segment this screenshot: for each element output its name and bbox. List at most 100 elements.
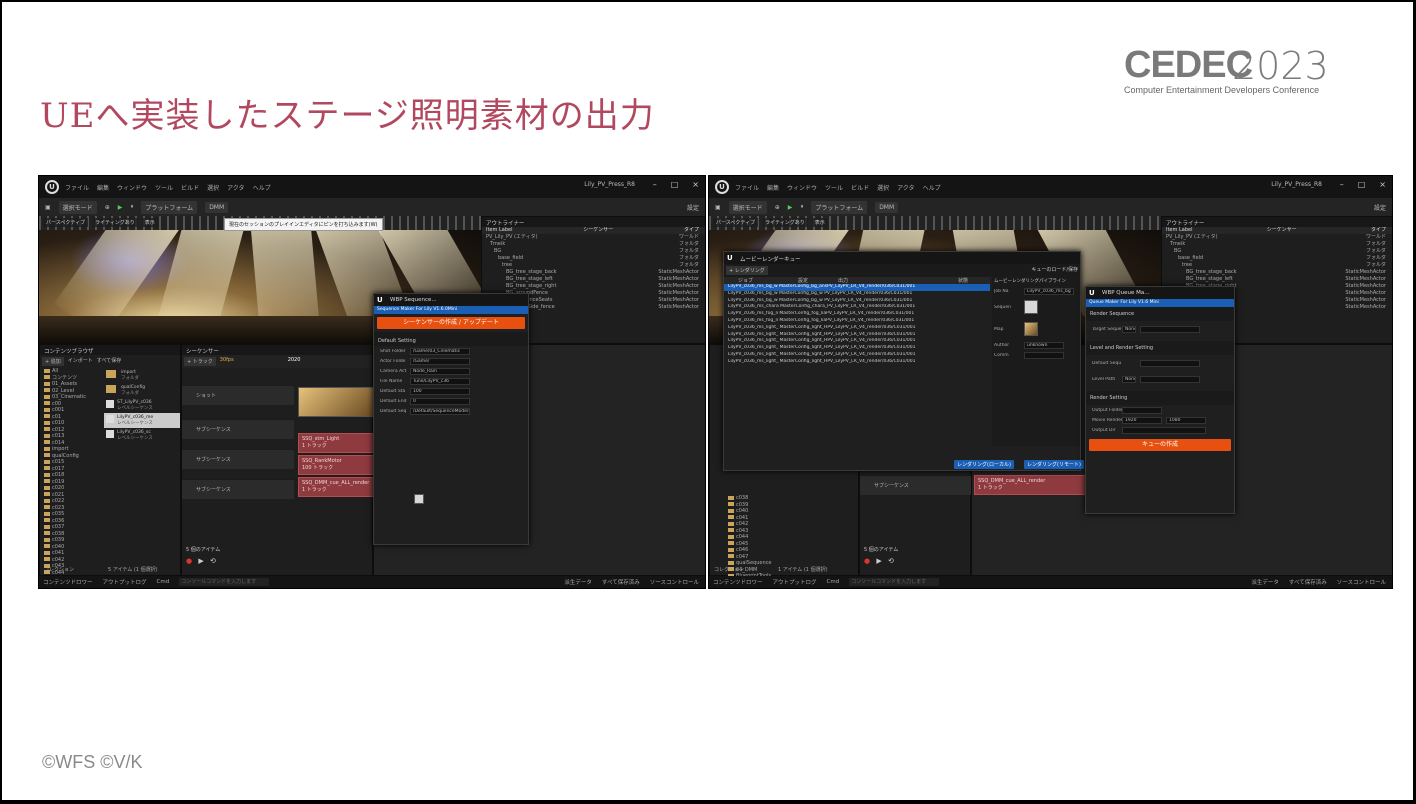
content-drawer-button[interactable]: コンテンツドロワー (43, 578, 93, 586)
render-job-row[interactable]: LilyPV_c036_ms_bg_w MasterConfig_bg_w PV… (724, 298, 990, 305)
cmd-button[interactable]: Cmd (827, 579, 840, 585)
close-icon[interactable]: × (1379, 180, 1386, 189)
add-icon[interactable]: ⊕ (105, 204, 110, 211)
dmm-button[interactable]: DMM (205, 201, 229, 213)
resolution-height-field[interactable]: 1080 (1166, 416, 1206, 424)
minimize-icon[interactable]: – (1340, 180, 1344, 189)
output-log-button[interactable]: アウトプットログ (773, 578, 817, 586)
sequence-clip[interactable]: SSQ_RankMotor 100 トラック (298, 455, 374, 475)
console-input[interactable]: コンソールコマンドを入力します (179, 578, 270, 586)
render-job-row[interactable]: LilyPV_c036_ms_light_ MasterConfig_light… (724, 338, 990, 345)
render-local-button[interactable]: レンダリング(ローカル) (954, 460, 1014, 469)
render-job-row[interactable]: LilyPV_c036_ms_light_ MasterConfig_light… (724, 352, 990, 359)
render-job-row[interactable]: LilyPV_c036_ms_light_ MasterConfig_light… (724, 345, 990, 352)
pause-icon[interactable]: ⏸ (800, 203, 803, 211)
asset-item[interactable]: ST_LilyPV_c036 レベルシーケンス (104, 398, 180, 413)
track-subsequence[interactable]: サブシーケンス (182, 449, 294, 469)
render-job-row[interactable]: LilyPV_c036_ms_bg_w MasterConfig_bg_w PV… (724, 291, 990, 298)
create-queue-button[interactable]: キューの作成 (1089, 439, 1231, 451)
collection-label[interactable]: コレクション (44, 566, 74, 573)
add-track-button[interactable]: + トラック (184, 357, 216, 366)
menu-item[interactable]: ビルド (851, 183, 869, 192)
play-icon[interactable]: ▶ (118, 204, 123, 211)
maximize-icon[interactable]: □ (1358, 180, 1366, 189)
render-job-row[interactable]: LilyPV_c036_ms_bg_w MasterConfig_bg_ansP… (724, 284, 990, 291)
perspective-button[interactable]: パースペクティブ (713, 218, 759, 227)
property-field[interactable]: /Game/ (410, 357, 470, 365)
outliner-row[interactable]: PV_Lily_PV (エディタ) ワールド (482, 234, 705, 241)
outliner-row[interactable]: tree フォルダ (482, 262, 705, 269)
output-folder-field[interactable] (1122, 406, 1162, 414)
loop-icon[interactable]: ⟲ (210, 557, 218, 565)
menu-item[interactable]: ツール (825, 183, 843, 192)
save-all-button[interactable]: すべて保存 (97, 357, 121, 366)
outliner-row[interactable]: base_field フォルダ (1162, 255, 1392, 262)
target-sequence-field[interactable] (1140, 325, 1200, 333)
cmd-button[interactable]: Cmd (157, 579, 170, 585)
property-field[interactable]: 100 (410, 387, 470, 395)
save-icon[interactable]: ▣ (45, 204, 51, 211)
add-icon[interactable]: ⊕ (775, 204, 780, 211)
show-button[interactable]: 表示 (141, 218, 158, 227)
fps-label[interactable]: 30fps (220, 357, 234, 366)
property-field[interactable]: 0 (410, 397, 470, 405)
record-icon[interactable]: ● (186, 557, 194, 565)
menu-item[interactable]: 選択 (877, 183, 889, 192)
outliner-row[interactable]: Tmeik フォルダ (1162, 241, 1392, 248)
asset-item[interactable]: LilyPV_c036_me レベルシーケンス (104, 413, 180, 428)
asset-item[interactable]: qualConfig フォルダ (104, 383, 180, 398)
track-subsequence[interactable]: サブシーケンス (860, 475, 972, 495)
loop-icon[interactable]: ⟲ (888, 557, 896, 565)
lit-button[interactable]: ライティングあり (762, 218, 808, 227)
platform-button[interactable]: プラットフォーム (141, 200, 198, 214)
track-subsequence[interactable]: サブシーケンス (182, 479, 294, 499)
render-job-row[interactable]: LilyPV_c036_ms_chara MasterConfig_chara_… (724, 304, 990, 311)
derived-data-button[interactable]: 派生データ (564, 578, 592, 586)
author-field[interactable]: unknown (1024, 341, 1064, 349)
play-icon[interactable]: ▶ (876, 557, 883, 565)
sequence-clip[interactable]: SSQ_DMM_cue_ALL_render 1 トラック (298, 477, 374, 497)
menu-item[interactable]: ファイル (65, 183, 89, 192)
import-button[interactable]: インポート (68, 357, 93, 366)
menu-item[interactable]: アクタ (227, 183, 244, 192)
render-remote-button[interactable]: レンダリング(リモート) (1024, 460, 1084, 469)
menu-item[interactable]: ファイル (735, 183, 759, 192)
outliner-row[interactable]: Tmeik フォルダ (482, 241, 705, 248)
outliner-row[interactable]: BG フォルダ (1162, 248, 1392, 255)
lit-button[interactable]: ライティングあり (92, 218, 138, 227)
sequence-clip[interactable]: SSQ_stm_Light 1 トラック (298, 433, 374, 453)
default-sequence-field[interactable] (1140, 359, 1200, 367)
property-field[interactable]: Tune/LilyPV_c36 (410, 377, 470, 385)
outliner-row[interactable]: tree フォルダ (1162, 262, 1392, 269)
menu-item[interactable]: ウィンドウ (117, 183, 147, 192)
menu-item[interactable]: 選択 (207, 183, 219, 192)
console-input[interactable]: コンソールコマンドを入力します (849, 578, 940, 586)
track-subsequence[interactable]: サブシーケンス (182, 419, 294, 439)
all-saved-status[interactable]: すべて保存済み (602, 578, 640, 586)
menu-item[interactable]: ツール (155, 183, 173, 192)
render-job-row[interactable]: LilyPV_c036_ms_fog_li MasterConfig_fog_l… (724, 318, 990, 325)
track-shot[interactable]: ショット (182, 385, 294, 405)
maximize-icon[interactable]: □ (671, 180, 679, 189)
settings-button[interactable]: 設定 (687, 203, 705, 212)
property-field[interactable]: /Default/SequenceMode/la (410, 407, 470, 415)
perspective-button[interactable]: パースペクティブ (43, 218, 89, 227)
source-control-button[interactable]: ソースコントロール (650, 578, 699, 586)
output-dir-field[interactable] (1122, 426, 1206, 434)
menu-item[interactable]: ウィンドウ (787, 183, 817, 192)
select-mode-button[interactable]: 選択モード (58, 200, 97, 214)
platform-button[interactable]: プラットフォーム (811, 200, 868, 214)
outliner-row[interactable]: BG_tree_stage_left StaticMeshActor (482, 276, 705, 283)
menu-item[interactable]: ビルド (181, 183, 199, 192)
all-saved-status[interactable]: すべて保存済み (1289, 578, 1327, 586)
menu-item[interactable]: アクタ (897, 183, 914, 192)
record-icon[interactable]: ● (864, 557, 872, 565)
load-save-queue-button[interactable]: キューのロード/保存 (1031, 266, 1078, 275)
outliner-row[interactable]: PV_Lily_PV (エディタ) ワールド (1162, 234, 1392, 241)
outliner-row[interactable]: BG フォルダ (482, 248, 705, 255)
asset-item[interactable]: import フォルダ (104, 368, 180, 383)
outliner-row[interactable]: BG_tree_stage_left StaticMeshActor (1162, 276, 1392, 283)
outliner-row[interactable]: BG_tree_stage_right StaticMeshActor (482, 283, 705, 290)
menu-item[interactable]: ヘルプ (253, 183, 271, 192)
outliner-row[interactable]: BG_tree_stage_back StaticMeshActor (1162, 269, 1392, 276)
